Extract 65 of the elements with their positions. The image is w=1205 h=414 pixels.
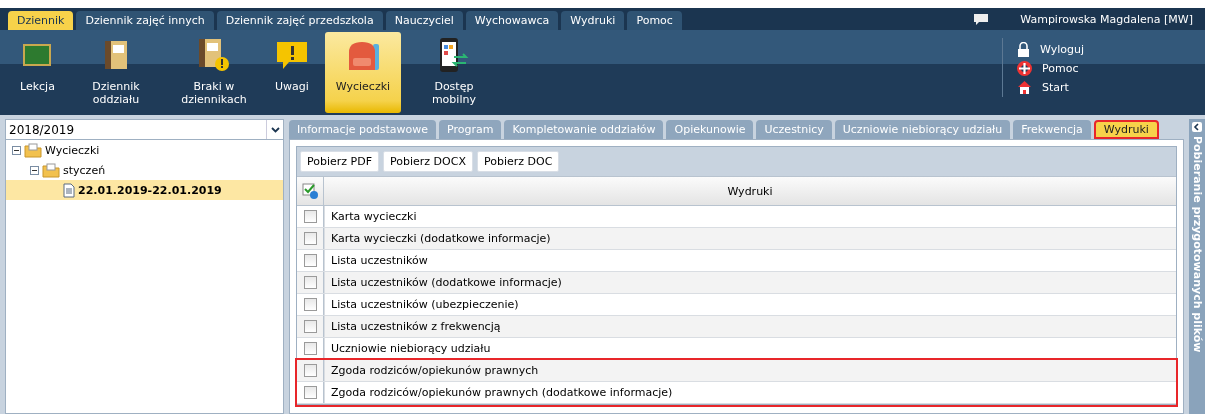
tab[interactable]: Wydruki [1093, 120, 1159, 139]
side-panel-title: Pobieranie przygotowanych plików [1190, 136, 1204, 353]
table-cell: Uczniowie niebiorący udziału [324, 338, 1176, 359]
quick-link[interactable]: Wyloguj [1017, 42, 1167, 57]
checkbox[interactable] [303, 342, 317, 355]
user-name: Wampirowska Magdalena [MW] [1020, 12, 1193, 26]
table-cell: Karta wycieczki [324, 206, 1176, 227]
table-cell: Lista uczestników [324, 250, 1176, 271]
checkbox[interactable] [303, 232, 317, 245]
menu-tab[interactable]: Dziennik [8, 11, 74, 30]
tree-item[interactable]: Wycieczki [6, 140, 283, 160]
table-cell: Zgoda rodziców/opiekunów prawnych [324, 360, 1176, 381]
tree-item[interactable]: 22.01.2019-22.01.2019 [6, 180, 283, 200]
tree-item[interactable]: styczeń [6, 160, 283, 180]
menu-tab[interactable]: Wydruki [561, 11, 625, 30]
tree-item-label: Wycieczki [45, 143, 100, 157]
checkbox[interactable] [303, 210, 317, 223]
tree-item-label: styczeń [63, 163, 106, 177]
toolbar-button[interactable]: Uwagi [266, 32, 317, 113]
folder-icon [42, 162, 60, 178]
column-header: Wydruki [726, 183, 774, 200]
menu-tab[interactable]: Wychowawca [465, 11, 559, 30]
checkbox[interactable] [303, 386, 317, 399]
chevron-down-icon [270, 126, 280, 133]
checkbox[interactable] [303, 364, 317, 377]
home-icon [1017, 80, 1032, 94]
toolbar-button[interactable]: Wycieczki [324, 32, 401, 113]
speech-warning-icon [274, 40, 309, 70]
year-select[interactable]: 2018/2019 [6, 120, 283, 140]
chat-icon[interactable] [973, 13, 990, 25]
quick-link[interactable]: Pomoc [1017, 61, 1167, 76]
table-cell: Lista uczestników (dodatkowe informacje) [324, 272, 1176, 293]
checkbox[interactable] [303, 276, 317, 289]
book-icon [103, 40, 128, 70]
menu-tab[interactable]: Dziennik zajęć innych [76, 11, 214, 30]
download-button[interactable]: Pobierz DOCX [383, 151, 473, 172]
toolbar-button[interactable]: Dziennik oddziału [70, 32, 161, 113]
menu-tab[interactable]: Pomoc [627, 11, 682, 30]
collapse-icon[interactable] [30, 165, 39, 175]
toolbar-button[interactable]: Braki w dziennikach [168, 32, 259, 113]
table-cell: Lista uczestników z frekwencją [324, 316, 1176, 337]
menu-tab[interactable]: Dziennik zajęć przedszkola [216, 11, 383, 30]
toolbar-button[interactable]: Dostęp mobilny [408, 32, 499, 113]
quick-link[interactable]: Start [1017, 80, 1167, 94]
checkbox[interactable] [303, 298, 317, 311]
toolbar-button[interactable]: Lekcja [12, 32, 63, 113]
padlock-icon [1017, 42, 1030, 57]
document-icon [63, 182, 75, 198]
lifebuoy-icon [1017, 61, 1032, 76]
download-button[interactable]: Pobierz DOC [476, 151, 560, 172]
phone-sync-icon [437, 37, 470, 73]
table-cell: Lista uczestników (ubezpieczenie) [324, 294, 1176, 315]
collapse-arrow-icon[interactable] [1192, 122, 1202, 132]
tree-item-label: 22.01.2019-22.01.2019 [78, 183, 222, 197]
table-cell: Zgoda rodziców/opiekunów prawnych (dodatkowe informacje) [324, 382, 1176, 403]
menu-tab[interactable]: Nauczyciel [385, 11, 463, 30]
collapse-icon[interactable] [12, 145, 21, 155]
checkbox[interactable] [303, 320, 317, 333]
folder-icon [24, 142, 42, 158]
book-warning-icon [197, 38, 230, 72]
download-button[interactable]: Pobierz PDF [300, 151, 379, 172]
check-info-icon[interactable] [302, 183, 318, 199]
chalkboard-icon [22, 43, 53, 67]
table-cell: Karta wycieczki (dodatkowe informacje) [324, 228, 1176, 249]
checkbox[interactable] [303, 254, 317, 267]
